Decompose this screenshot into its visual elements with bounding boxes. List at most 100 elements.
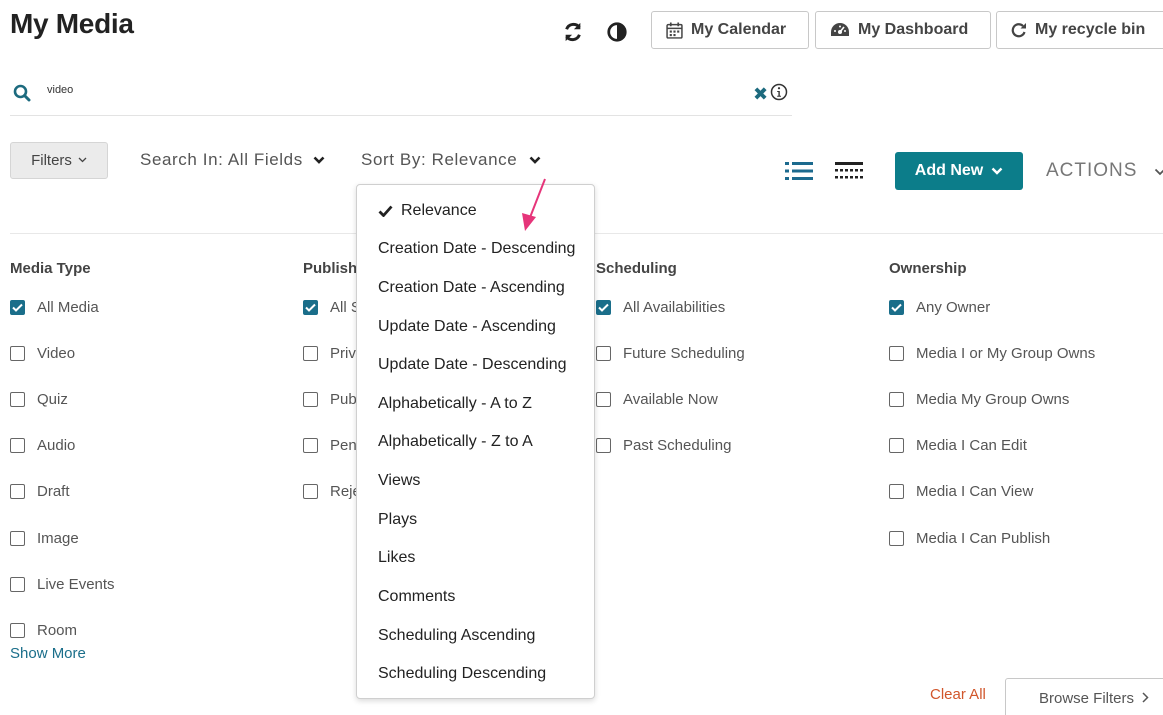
filter-option[interactable]: Pen	[303, 437, 357, 454]
info-icon[interactable]	[770, 83, 788, 106]
checkbox[interactable]	[596, 346, 611, 361]
filter-option[interactable]: All Availabilities	[596, 299, 725, 316]
checkbox[interactable]	[596, 392, 611, 407]
sort-option-relevance[interactable]: Relevance	[378, 202, 477, 220]
checkbox-checked[interactable]	[303, 300, 318, 315]
filter-option[interactable]: Media I or My Group Owns	[889, 345, 1095, 362]
filter-option[interactable]: Room	[10, 622, 77, 639]
option-label: All Availabilities	[623, 299, 726, 316]
clear-search-icon[interactable]: ✖	[753, 84, 768, 105]
filters-button[interactable]: Filters	[10, 142, 108, 179]
filter-option[interactable]: Priv	[303, 345, 356, 362]
table-view-icon[interactable]	[835, 161, 863, 186]
option-label: Priv	[330, 345, 356, 362]
checkbox[interactable]	[10, 484, 25, 499]
dashboard-icon	[830, 22, 850, 38]
sort-option[interactable]: Alphabetically - A to Z	[378, 395, 532, 413]
filter-option[interactable]: Pub	[303, 391, 357, 408]
add-new-button[interactable]: Add New	[895, 152, 1023, 190]
option-label: Media I or My Group Owns	[916, 345, 1096, 362]
media-type-title: Media Type	[10, 260, 91, 277]
media-type-filter: Media Type All Media Video Quiz Audio Dr…	[10, 260, 115, 639]
option-label: All Media	[37, 299, 99, 316]
checkbox-checked[interactable]	[596, 300, 611, 315]
my-calendar-button[interactable]: My Calendar	[651, 11, 809, 49]
filter-option[interactable]: Draft	[10, 483, 70, 500]
filter-option[interactable]: Image	[10, 530, 79, 547]
checkbox-checked[interactable]	[889, 300, 904, 315]
option-label: Audio	[37, 437, 76, 454]
sort-option[interactable]: Likes	[378, 549, 415, 567]
checkbox[interactable]	[889, 392, 904, 407]
filter-option[interactable]: Reje	[303, 483, 361, 500]
checkbox[interactable]	[303, 484, 318, 499]
clear-all-link[interactable]: Clear All	[930, 686, 986, 703]
scheduling-filter: Scheduling All Availabilities Future Sch…	[596, 260, 745, 454]
sort-option[interactable]: Views	[378, 472, 420, 490]
option-label: Available Now	[623, 391, 718, 408]
search-bar: ✖	[10, 78, 792, 116]
page-title: My Media	[10, 8, 134, 39]
list-view-icon[interactable]	[785, 161, 813, 186]
checkbox[interactable]	[889, 438, 904, 453]
option-label: Live Events	[37, 576, 115, 593]
filter-option[interactable]: All Media	[10, 299, 99, 316]
sort-option[interactable]: Alphabetically - Z to A	[378, 433, 533, 451]
sort-option[interactable]: Plays	[378, 511, 417, 529]
checkbox[interactable]	[10, 577, 25, 592]
checkbox[interactable]	[303, 392, 318, 407]
my-dashboard-button[interactable]: My Dashboard	[815, 11, 991, 49]
filter-option[interactable]: Any Owner	[889, 299, 990, 316]
option-label: Media I Can View	[916, 483, 1034, 500]
search-in-dropdown[interactable]: Search In: All Fields	[140, 150, 325, 170]
sort-by-label: Sort By: Relevance	[361, 150, 518, 169]
option-label: Media I Can Edit	[916, 437, 1027, 454]
sort-option[interactable]: Scheduling Descending	[378, 665, 546, 683]
contrast-icon[interactable]	[605, 20, 629, 44]
filter-option[interactable]: Media I Can Edit	[889, 437, 1027, 454]
filter-option[interactable]: All S	[303, 299, 361, 316]
checkbox[interactable]	[303, 346, 318, 361]
my-recycle-bin-button[interactable]: My recycle bin	[996, 11, 1163, 49]
checkbox[interactable]	[10, 531, 25, 546]
checkbox[interactable]	[10, 392, 25, 407]
filter-option[interactable]: Media I Can View	[889, 483, 1033, 500]
checkbox-checked[interactable]	[10, 300, 25, 315]
show-more-link[interactable]: Show More	[10, 645, 86, 662]
checkbox[interactable]	[889, 346, 904, 361]
filter-option[interactable]: Future Scheduling	[596, 345, 745, 362]
filter-option[interactable]: Media I Can Publish	[889, 530, 1050, 547]
checkbox[interactable]	[10, 438, 25, 453]
check-icon	[378, 205, 393, 217]
search-in-label: Search In: All Fields	[140, 150, 303, 169]
my-recycle-bin-label: My recycle bin	[1035, 21, 1146, 38]
sort-option[interactable]: Scheduling Ascending	[378, 627, 535, 645]
sort-option-label: Relevance	[401, 202, 477, 219]
my-calendar-label: My Calendar	[691, 21, 787, 38]
checkbox[interactable]	[10, 346, 25, 361]
sort-option[interactable]: Update Date - Ascending	[378, 318, 556, 336]
filter-option[interactable]: Audio	[10, 437, 75, 454]
filter-option[interactable]: Video	[10, 345, 75, 362]
filter-option[interactable]: Past Scheduling	[596, 437, 731, 454]
checkbox[interactable]	[596, 438, 611, 453]
checkbox[interactable]	[303, 438, 318, 453]
checkbox[interactable]	[10, 623, 25, 638]
actions-dropdown[interactable]: ACTIONS	[1046, 160, 1163, 182]
filter-option[interactable]: Quiz	[10, 391, 68, 408]
search-input[interactable]	[47, 84, 647, 96]
ownership-filter: Ownership Any Owner Media I or My Group …	[889, 260, 1095, 547]
filter-option[interactable]: Media My Group Owns	[889, 391, 1069, 408]
checkbox[interactable]	[889, 531, 904, 546]
sort-option[interactable]: Update Date - Descending	[378, 356, 567, 374]
sort-option[interactable]: Creation Date - Descending	[378, 240, 575, 258]
sort-by-dropdown[interactable]: Sort By: Relevance	[361, 150, 541, 170]
refresh-icon[interactable]	[561, 20, 585, 44]
filter-option[interactable]: Live Events	[10, 576, 115, 593]
sort-option[interactable]: Comments	[378, 588, 455, 606]
filter-option[interactable]: Available Now	[596, 391, 718, 408]
sort-option[interactable]: Creation Date - Ascending	[378, 279, 565, 297]
browse-filters-button[interactable]: Browse Filters	[1005, 678, 1163, 715]
checkbox[interactable]	[889, 484, 904, 499]
add-new-label: Add New	[914, 162, 984, 179]
